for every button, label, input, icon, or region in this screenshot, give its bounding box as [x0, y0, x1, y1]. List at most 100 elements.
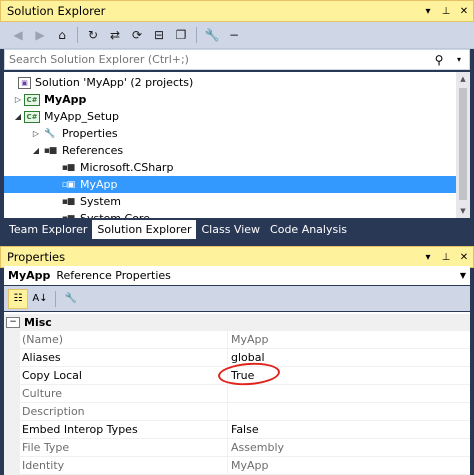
tree-node-label: Solution 'MyApp' (2 projects) — [35, 76, 194, 89]
expanded-arrow-icon[interactable]: ◢ — [12, 112, 24, 121]
property-value[interactable]: global — [228, 349, 470, 366]
tree-node[interactable]: ◢ ▪■ References — [4, 142, 456, 159]
property-name: Culture — [20, 385, 228, 402]
row-gutter — [4, 439, 20, 456]
scroll-down-icon[interactable]: ▼ — [456, 204, 470, 218]
references-icon: ▪■ — [43, 145, 58, 156]
close-icon[interactable]: ✕ — [455, 252, 473, 263]
wrench-icon: 🔧 — [44, 128, 56, 139]
search-icon[interactable]: ⚲ — [429, 53, 449, 67]
tree-node-label: MyApp — [44, 93, 87, 106]
property-value — [228, 385, 470, 402]
forward-icon[interactable]: ▶ — [30, 25, 50, 45]
property-grid: − Misc (Name) MyApp Aliases global Copy Loca… — [4, 312, 470, 475]
tab-team-explorer[interactable]: Team Explorer — [4, 220, 92, 239]
reference-icon: ▪■ — [61, 196, 76, 207]
properties-toolbar: ☷ A↓ 🔧 — [4, 286, 470, 311]
project-reference-icon: ▫▣ — [61, 179, 76, 190]
tree-node[interactable]: ◢ C# MyApp_Setup — [4, 108, 456, 125]
auto-hide-pin-icon[interactable]: ⊥ — [437, 252, 455, 263]
auto-hide-pin-icon[interactable]: ⊥ — [437, 6, 455, 17]
tree-node-label: Properties — [62, 127, 118, 140]
tree-node-label: Microsoft.CSharp — [80, 161, 174, 174]
property-row[interactable]: File Type Assembly — [4, 439, 470, 457]
category-misc[interactable]: − Misc — [4, 314, 470, 331]
expanded-arrow-icon[interactable]: ◢ — [30, 146, 42, 155]
collapse-all-icon[interactable]: ⊟ — [149, 25, 169, 45]
chevron-down-icon[interactable]: ▼ — [456, 271, 470, 280]
property-row[interactable]: Description — [4, 403, 470, 421]
object-selector[interactable]: MyApp Reference Properties ▼ — [4, 266, 470, 285]
tab-solution-explorer[interactable]: Solution Explorer — [92, 220, 197, 239]
toolbar-separator — [55, 290, 56, 307]
property-row[interactable]: Copy Local True — [4, 367, 470, 385]
row-gutter — [4, 367, 20, 384]
csharp-project-icon: C# — [24, 110, 40, 123]
row-gutter — [4, 349, 20, 366]
alphabetical-icon[interactable]: A↓ — [30, 289, 50, 309]
property-pages-icon[interactable]: 🔧 — [61, 289, 81, 309]
tree-node-label: MyApp — [80, 178, 118, 191]
reference-icon: ▪■ — [61, 162, 76, 173]
show-all-files-icon[interactable]: ❐ — [171, 25, 191, 45]
search-input[interactable] — [9, 53, 429, 66]
solution-explorer-title: Solution Explorer — [7, 4, 106, 18]
solution-explorer-title-bar: Solution Explorer ▾ ⊥ ✕ — [0, 0, 474, 22]
row-gutter — [4, 421, 20, 438]
property-row[interactable]: Embed Interop Types False — [4, 421, 470, 439]
property-row[interactable]: (Name) MyApp — [4, 331, 470, 349]
property-name: Embed Interop Types — [20, 421, 228, 438]
tree-node-label: System — [80, 195, 122, 208]
property-row[interactable]: Aliases global — [4, 349, 470, 367]
property-value[interactable]: True — [228, 367, 470, 384]
solution-tree: ▣ Solution 'MyApp' (2 projects) ▷ C# MyApp ◢ C… — [4, 72, 470, 218]
tree-node[interactable]: ▪■ System — [4, 193, 456, 210]
back-icon[interactable]: ◀ — [8, 25, 28, 45]
property-name: Copy Local — [20, 367, 228, 384]
tree-node[interactable]: ▪■ Microsoft.CSharp — [4, 159, 456, 176]
object-type: Reference Properties — [56, 269, 171, 282]
toolbar-separator — [77, 27, 78, 43]
category-label: Misc — [24, 316, 52, 329]
refresh-icon[interactable]: ⟳ — [127, 25, 147, 45]
tree-node[interactable]: ▪■System.Core — [4, 210, 456, 218]
solution-icon: ▣ — [18, 76, 31, 89]
collapse-icon[interactable]: − — [6, 317, 20, 328]
property-value: Assembly — [231, 441, 285, 454]
window-position-dropdown-icon[interactable]: ▾ — [419, 6, 437, 17]
preview-selected-items-icon[interactable]: − — [224, 25, 244, 45]
property-value: MyApp — [231, 459, 269, 472]
home-icon[interactable]: ⌂ — [52, 25, 72, 45]
row-gutter — [4, 331, 20, 348]
property-row[interactable]: Identity MyApp — [4, 457, 470, 475]
tree-scrollbar[interactable]: ▲ ▼ — [456, 72, 470, 218]
scroll-up-icon[interactable]: ▲ — [456, 72, 470, 86]
property-value[interactable]: False — [228, 421, 470, 438]
search-options-dropdown-icon[interactable]: ▾ — [449, 55, 469, 64]
solution-explorer-search: ⚲ ▾ — [4, 49, 470, 70]
tree-node[interactable]: ▷ 🔧 Properties — [4, 125, 456, 142]
categorized-icon[interactable]: ☷ — [8, 288, 28, 309]
pending-changes-filter-icon[interactable]: ↻ — [83, 25, 103, 45]
toolbar-separator — [196, 27, 197, 43]
property-value: MyApp — [231, 333, 269, 346]
close-icon[interactable]: ✕ — [455, 6, 473, 17]
collapsed-arrow-icon[interactable]: ▷ — [12, 95, 24, 104]
property-name: Aliases — [20, 349, 228, 366]
property-value — [228, 403, 470, 420]
properties-wrench-icon[interactable]: 🔧 — [202, 25, 222, 45]
properties-title-bar: Properties ▾ ⊥ ✕ — [0, 246, 474, 268]
tab-code-analysis[interactable]: Code Analysis — [265, 220, 352, 239]
property-name: File Type — [20, 439, 228, 456]
sync-with-active-document-icon[interactable]: ⇄ — [105, 25, 125, 45]
tree-node[interactable]: ▷ C# MyApp — [4, 91, 456, 108]
window-position-dropdown-icon[interactable]: ▾ — [419, 252, 437, 263]
scroll-thumb[interactable] — [459, 88, 467, 200]
tab-class-view[interactable]: Class View — [196, 220, 265, 239]
property-row[interactable]: Culture — [4, 385, 470, 403]
row-gutter — [4, 457, 20, 474]
tool-window-tabs: Team Explorer Solution Explorer Class View… — [0, 218, 474, 239]
collapsed-arrow-icon[interactable]: ▷ — [30, 129, 42, 138]
tree-node[interactable]: ▫▣ MyApp — [4, 176, 456, 193]
tree-node[interactable]: ▣ Solution 'MyApp' (2 projects) — [4, 74, 456, 91]
